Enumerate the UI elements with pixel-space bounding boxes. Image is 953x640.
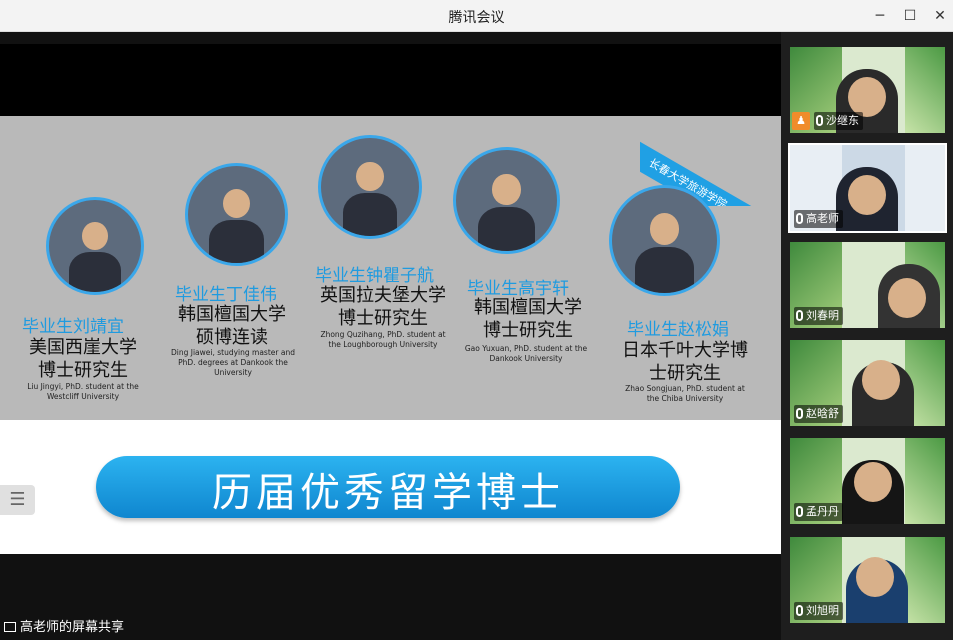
participant-tile[interactable]: 刘春明: [790, 242, 945, 328]
person-name: 毕业生刘靖宜: [22, 317, 124, 337]
slide-banner: 历届优秀留学博士: [96, 456, 680, 518]
person-english: Zhao Songjuan, PhD. student at the Chiba…: [625, 384, 745, 403]
participant-tile[interactable]: 高老师: [788, 143, 947, 233]
maximize-icon[interactable]: ☐: [898, 4, 922, 28]
person-name: 毕业生钟瞿子航: [315, 266, 434, 286]
participant-tile[interactable]: 孟丹丹: [790, 438, 945, 524]
participant-label: 赵晗舒: [794, 405, 843, 423]
person-icon: ♟: [792, 112, 810, 130]
participant-name: 沙继东: [826, 114, 859, 127]
participant-tile[interactable]: 赵晗舒: [790, 340, 945, 426]
participant-name: 高老师: [806, 212, 839, 225]
person-school: 日本千叶大学博 士研究生: [622, 340, 748, 384]
participant-tile[interactable]: 刘旭明: [790, 537, 945, 623]
person-english: Zhong Quzihang, PhD. student at the Loug…: [320, 330, 446, 349]
mic-icon: [796, 506, 803, 517]
title-bar: 腾讯会议 ─ ☐ ✕: [0, 0, 953, 32]
person-school: 韩国檀国大学 硕博连读: [178, 304, 286, 348]
mic-icon: [796, 310, 803, 321]
person-photo: [46, 197, 144, 295]
person-school: 韩国檀国大学 博士研究生: [474, 297, 582, 341]
mic-icon: [816, 115, 823, 126]
participant-name: 赵晗舒: [806, 407, 839, 420]
person-english: Liu Jingyi, PhD. student at the Westclif…: [27, 382, 139, 401]
participant-label: 沙继东: [814, 112, 863, 130]
member-list-icon[interactable]: ☰: [0, 485, 35, 515]
participant-name: 刘旭明: [806, 604, 839, 617]
participant-label: 刘旭明: [794, 602, 843, 620]
screen-share-indicator: 高老师的屏幕共享: [0, 616, 164, 640]
participant-label: 孟丹丹: [794, 503, 843, 521]
mic-icon: [796, 605, 803, 616]
participant-name: 孟丹丹: [806, 505, 839, 518]
mic-icon: [796, 213, 803, 224]
person-school: 美国西崖大学 博士研究生: [29, 337, 137, 381]
person-photo: [453, 147, 560, 254]
minimize-icon[interactable]: ─: [868, 4, 892, 28]
person-english: Ding Jiawei, studying master and PhD. de…: [171, 348, 295, 377]
close-icon[interactable]: ✕: [928, 4, 952, 28]
participant-tile[interactable]: ♟ 沙继东: [790, 47, 945, 133]
participant-name: 刘春明: [806, 309, 839, 322]
person-photo: [318, 135, 422, 239]
mic-icon: [796, 408, 803, 419]
participant-label: 刘春明: [794, 307, 843, 325]
person-english: Gao Yuxuan, PhD. student at the Dankook …: [464, 344, 588, 363]
banner-title: 历届优秀留学博士: [212, 470, 564, 516]
person-name: 毕业生丁佳伟: [175, 285, 277, 305]
person-photo: [609, 185, 720, 296]
person-photo: [185, 163, 288, 266]
person-name: 毕业生赵松娟: [627, 320, 729, 340]
screen-share-icon: [4, 622, 16, 632]
slide-top-band: [0, 44, 781, 116]
participant-label: 高老师: [794, 210, 843, 228]
share-label: 高老师的屏幕共享: [20, 620, 125, 635]
window-title: 腾讯会议: [448, 10, 505, 26]
person-school: 英国拉夫堡大学 博士研究生: [320, 285, 446, 329]
